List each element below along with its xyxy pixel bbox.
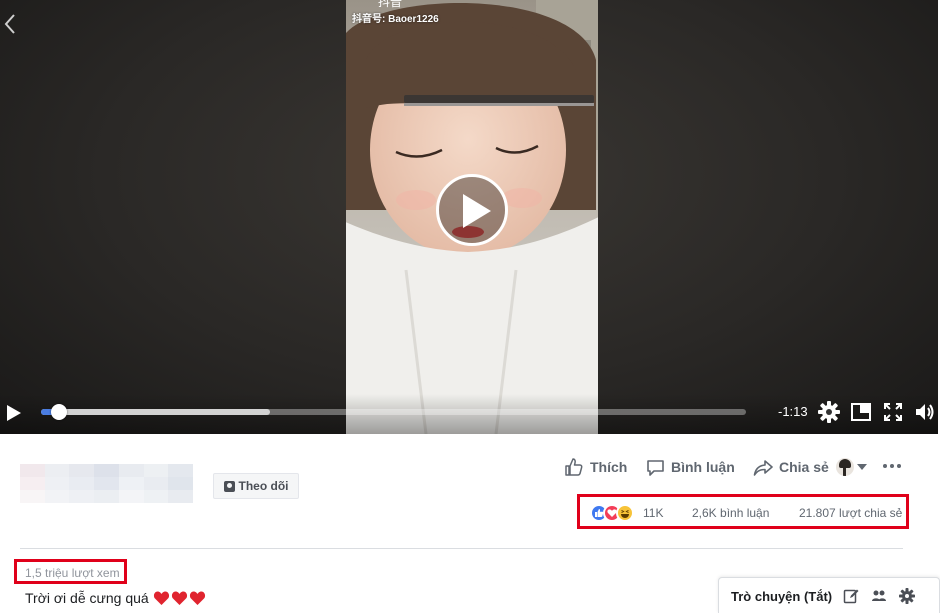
chevron-left-icon[interactable] <box>2 12 18 36</box>
play-icon[interactable] <box>6 404 22 422</box>
heart-emojis <box>153 590 206 606</box>
video-watermark: 抖音号: Baoer1226 <box>352 14 439 25</box>
heart-icon <box>153 591 169 605</box>
play-overlay-button[interactable] <box>436 174 508 246</box>
like-label: Thích <box>590 459 628 475</box>
buffered-bar <box>41 409 271 415</box>
share-button[interactable]: Chia sẻ <box>753 456 829 478</box>
chevron-down-icon <box>857 464 867 470</box>
comments-count[interactable]: 2,6K bình luận <box>692 506 769 520</box>
more-dots-icon[interactable] <box>883 464 901 468</box>
follow-label: Theo dõi <box>238 479 289 493</box>
caption-text: Trời ơi dễ cưng quá <box>25 590 149 606</box>
progress-bar[interactable] <box>41 404 746 420</box>
view-count: 1,5 triệu lượt xem <box>25 566 120 580</box>
play-icon <box>463 194 491 228</box>
heart-icon <box>171 591 187 605</box>
like-button[interactable]: Thích <box>564 456 627 478</box>
comment-bubble-icon <box>647 459 664 476</box>
share-arrow-icon <box>753 459 773 476</box>
divider <box>20 548 903 549</box>
comment-label: Bình luận <box>671 459 735 475</box>
settings-gear-icon[interactable] <box>818 401 840 423</box>
video-player[interactable]: 抖音 抖音号: Baoer1226 -1:13 <box>0 0 938 434</box>
share-label: Chia sẻ <box>779 459 829 475</box>
progress-thumb[interactable] <box>51 404 68 420</box>
comment-button[interactable]: Bình luận <box>646 456 735 478</box>
chat-bar[interactable]: Trò chuyện (Tắt) <box>718 577 940 613</box>
shares-count[interactable]: 21.807 lượt chia sẻ <box>799 506 902 520</box>
post-caption: Trời ơi dễ cưng quá <box>25 590 206 606</box>
reactions-summary[interactable] <box>590 504 634 522</box>
volume-icon[interactable] <box>914 401 936 423</box>
heart-icon <box>189 591 205 605</box>
svg-text:抖音: 抖音 <box>378 0 402 8</box>
time-remaining: -1:13 <box>778 404 808 419</box>
picture-in-picture-icon[interactable] <box>850 401 872 423</box>
post-as-selector[interactable] <box>836 458 867 476</box>
follow-button[interactable]: Theo dõi <box>213 473 299 499</box>
chat-label[interactable]: Trò chuyện (Tắt) <box>731 589 832 604</box>
follow-icon <box>223 480 235 492</box>
compose-icon[interactable] <box>843 588 859 604</box>
fullscreen-icon[interactable] <box>882 401 904 423</box>
avatar <box>836 458 854 476</box>
haha-reaction-icon <box>616 504 634 522</box>
thumbs-up-icon <box>565 458 583 476</box>
group-chat-icon[interactable] <box>871 588 887 604</box>
pixelated-page-name <box>20 464 193 503</box>
settings-gear-icon[interactable] <box>899 588 915 604</box>
video-controls: -1:13 <box>0 394 938 434</box>
douyin-logo: 抖音 <box>378 0 402 8</box>
reactions-count[interactable]: 11K <box>643 506 663 520</box>
